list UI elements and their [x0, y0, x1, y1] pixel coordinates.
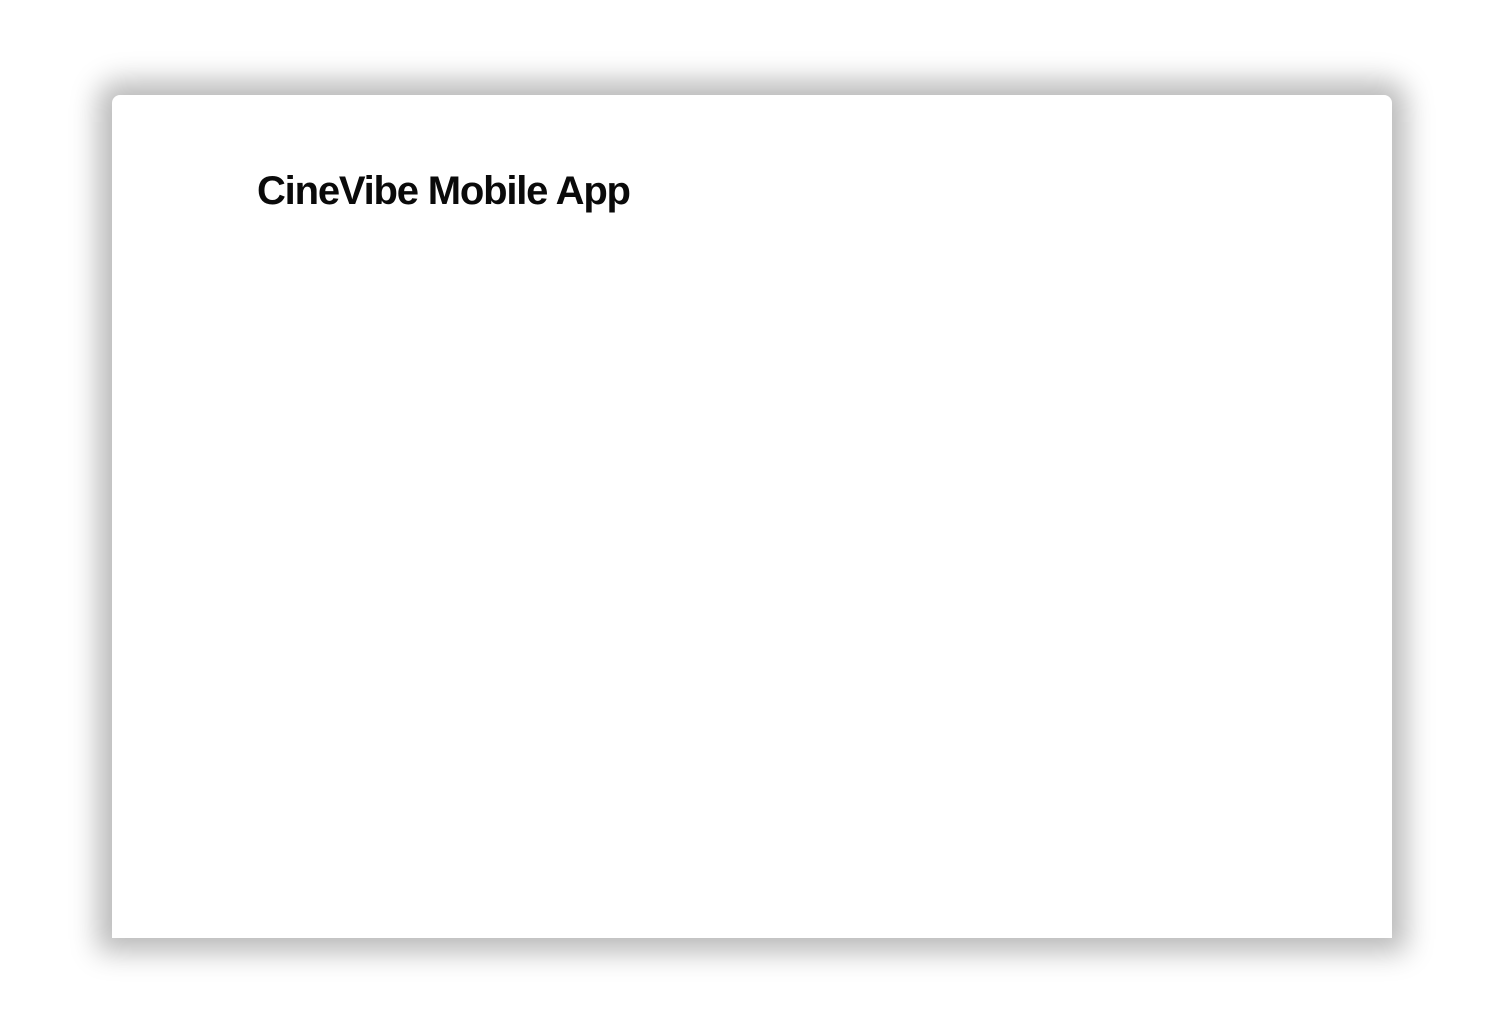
page-title: CineVibe Mobile App [257, 169, 631, 213]
app-window: CineVibe Mobile App [112, 95, 1392, 938]
screen-background: CineVibe Mobile App [0, 0, 1504, 1018]
content-area [112, 235, 1392, 938]
